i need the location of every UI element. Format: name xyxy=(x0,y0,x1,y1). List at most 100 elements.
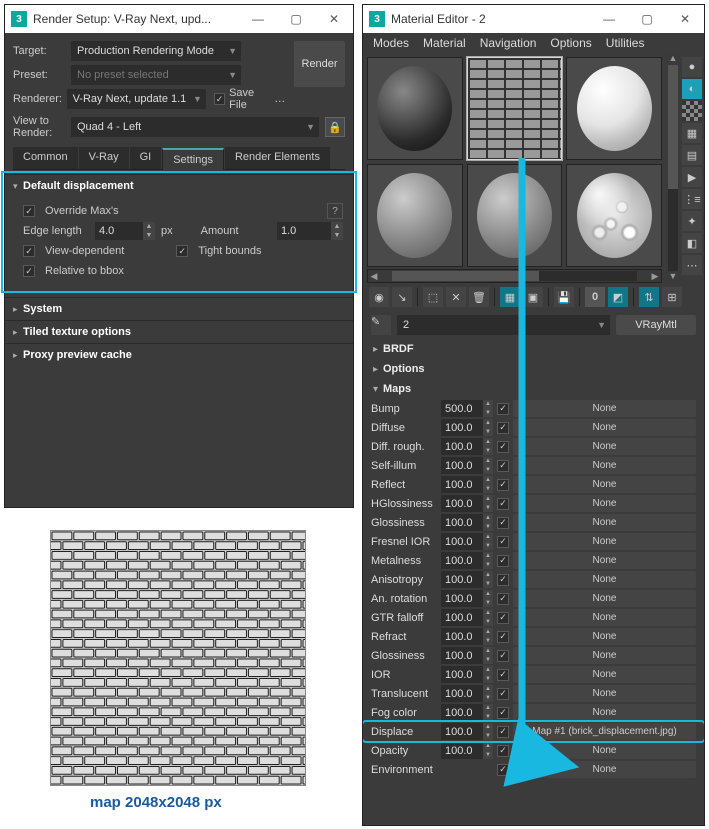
map-amount-spinner[interactable]: 100.0▲▼ xyxy=(441,590,493,607)
target-dropdown[interactable]: Production Rendering Mode ▼ xyxy=(71,41,241,61)
tiled-tex-toggle[interactable]: ▸ Tiled texture options xyxy=(5,321,353,343)
more-icon[interactable]: ⋯ xyxy=(682,255,702,275)
make-preview-icon[interactable]: ▶ xyxy=(682,167,702,187)
map-slot-button[interactable]: None xyxy=(513,457,696,474)
map-amount-spinner[interactable]: 100.0▲▼ xyxy=(441,476,493,493)
get-material-icon[interactable]: ◉ xyxy=(369,287,389,307)
save-file-browse-button[interactable]: … xyxy=(271,89,288,109)
lock-view-button[interactable]: 🔒 xyxy=(325,117,345,137)
map-amount-spinner[interactable]: 100.0▲▼ xyxy=(441,723,493,740)
put-material-icon[interactable]: ↘ xyxy=(392,287,412,307)
material-name-dropdown[interactable]: 2 ▼ xyxy=(397,315,610,335)
map-enable-checkbox[interactable]: ✓ xyxy=(497,460,509,472)
menu-modes[interactable]: Modes xyxy=(373,36,409,50)
map-amount-spinner[interactable]: 100.0▲▼ xyxy=(441,666,493,683)
map-slot-button[interactable]: None xyxy=(513,742,696,759)
sample-uv-icon[interactable]: ▦ xyxy=(682,123,702,143)
map-enable-checkbox[interactable]: ✓ xyxy=(497,669,509,681)
map-enable-checkbox[interactable]: ✓ xyxy=(497,650,509,662)
map-slot-button[interactable]: None xyxy=(513,476,696,493)
select-by-material-icon[interactable]: ✦ xyxy=(682,211,702,231)
map-slot-button[interactable]: None xyxy=(513,761,696,778)
map-enable-checkbox[interactable]: ✓ xyxy=(497,441,509,453)
map-enable-checkbox[interactable]: ✓ xyxy=(497,555,509,567)
vertical-scrollbar[interactable]: ▲▼ xyxy=(666,53,680,283)
tab-v-ray[interactable]: V-Ray xyxy=(79,147,129,169)
pick-material-icon[interactable]: ⇅ xyxy=(639,287,659,307)
map-slot-button[interactable]: None xyxy=(513,495,696,512)
relative-checkbox[interactable]: ✓ xyxy=(23,265,35,277)
system-toggle[interactable]: ▸ System xyxy=(5,298,353,320)
map-slot-button[interactable]: None xyxy=(513,628,696,645)
map-amount-spinner[interactable]: 100.0▲▼ xyxy=(441,704,493,721)
map-amount-spinner[interactable]: 100.0▲▼ xyxy=(441,438,493,455)
map-amount-spinner[interactable]: 100.0▲▼ xyxy=(441,533,493,550)
map-slot-button[interactable]: Map #1 (brick_displacement.jpg) xyxy=(513,723,696,740)
go-forward-icon[interactable]: ◩ xyxy=(608,287,628,307)
close-button[interactable]: ✕ xyxy=(315,5,353,33)
map-enable-checkbox[interactable]: ✓ xyxy=(497,498,509,510)
map-enable-checkbox[interactable]: ✓ xyxy=(497,574,509,586)
map-amount-spinner[interactable]: 500.0▲▼ xyxy=(441,400,493,417)
tab-gi[interactable]: GI xyxy=(130,147,162,169)
amount-spinner[interactable]: 1.0 ▲▼ xyxy=(277,222,343,240)
show-end-result-icon[interactable]: ▣ xyxy=(523,287,543,307)
save-icon[interactable]: 💾 xyxy=(554,287,574,307)
tab-settings[interactable]: Settings xyxy=(162,148,224,170)
menu-navigation[interactable]: Navigation xyxy=(480,36,537,50)
minimize-button[interactable]: — xyxy=(590,5,628,33)
map-enable-checkbox[interactable]: ✓ xyxy=(497,422,509,434)
map-slot-button[interactable]: None xyxy=(513,419,696,436)
map-amount-spinner[interactable]: 100.0▲▼ xyxy=(441,419,493,436)
map-amount-spinner[interactable]: 100.0▲▼ xyxy=(441,571,493,588)
map-enable-checkbox[interactable]: ✓ xyxy=(497,631,509,643)
sample-type-icon[interactable]: ● xyxy=(682,57,702,77)
map-amount-spinner[interactable]: 100.0▲▼ xyxy=(441,685,493,702)
render-button[interactable]: Render xyxy=(294,41,345,87)
options-icon[interactable]: ⋮≡ xyxy=(682,189,702,209)
override-max-checkbox[interactable]: ✓ xyxy=(23,205,35,217)
brdf-rollout-header[interactable]: ▸ BRDF xyxy=(363,339,704,359)
save-file-checkbox[interactable]: ✓ xyxy=(214,93,225,105)
video-color-check-icon[interactable]: ▤ xyxy=(682,145,702,165)
options-rollout-header[interactable]: ▸ Options xyxy=(363,359,704,379)
material-slot-3[interactable] xyxy=(566,57,662,160)
edge-length-spinner[interactable]: 4.0 ▲▼ xyxy=(95,222,155,240)
material-type-button[interactable]: VRayMtl xyxy=(616,315,696,335)
delete-icon[interactable]: 🗑 xyxy=(469,287,489,307)
proxy-toggle[interactable]: ▸ Proxy preview cache xyxy=(5,344,353,366)
view-dependent-checkbox[interactable]: ✓ xyxy=(23,245,35,257)
assign-to-selection-icon[interactable]: ⬚ xyxy=(423,287,443,307)
map-slot-button[interactable]: None xyxy=(513,704,696,721)
map-enable-checkbox[interactable]: ✓ xyxy=(497,764,509,776)
map-enable-checkbox[interactable]: ✓ xyxy=(497,517,509,529)
map-slot-button[interactable]: None xyxy=(513,571,696,588)
map-enable-checkbox[interactable]: ✓ xyxy=(497,593,509,605)
menu-material[interactable]: Material xyxy=(423,36,466,50)
map-slot-button[interactable]: None xyxy=(513,685,696,702)
map-slot-button[interactable]: None xyxy=(513,438,696,455)
map-amount-spinner[interactable]: 100.0▲▼ xyxy=(441,495,493,512)
backlight-icon[interactable]: ◐ xyxy=(682,79,702,99)
preset-dropdown[interactable]: No preset selected ▼ xyxy=(71,65,241,85)
map-slot-button[interactable]: None xyxy=(513,533,696,550)
default-displacement-toggle[interactable]: ▾ Default displacement xyxy=(5,175,353,197)
tab-common[interactable]: Common xyxy=(13,147,78,169)
background-checker-icon[interactable] xyxy=(682,101,702,121)
horizontal-scrollbar[interactable]: ◀▶ xyxy=(367,269,662,283)
material-map-navigator-icon[interactable]: ◧ xyxy=(682,233,702,253)
map-amount-spinner[interactable]: 100.0▲▼ xyxy=(441,609,493,626)
eyedropper-icon[interactable]: ✎ xyxy=(371,315,391,335)
menu-options[interactable]: Options xyxy=(550,36,591,50)
help-button[interactable]: ? xyxy=(327,203,343,219)
show-shaded-icon[interactable]: ▦ xyxy=(500,287,520,307)
map-amount-spinner[interactable]: 100.0▲▼ xyxy=(441,647,493,664)
material-slot-1[interactable] xyxy=(367,57,463,160)
material-id-icon[interactable]: ⊞ xyxy=(662,287,682,307)
map-enable-checkbox[interactable]: ✓ xyxy=(497,403,509,415)
maximize-button[interactable]: ▢ xyxy=(277,5,315,33)
map-amount-spinner[interactable]: 100.0▲▼ xyxy=(441,628,493,645)
map-slot-button[interactable]: None xyxy=(513,590,696,607)
map-enable-checkbox[interactable]: ✓ xyxy=(497,688,509,700)
map-enable-checkbox[interactable]: ✓ xyxy=(497,612,509,624)
